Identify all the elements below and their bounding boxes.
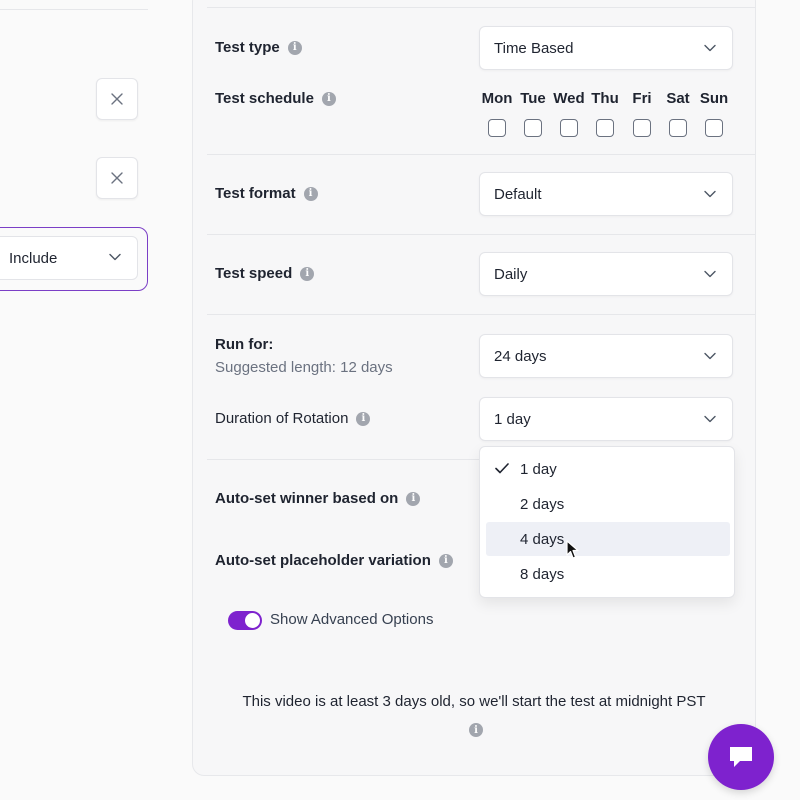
chat-icon <box>730 747 752 767</box>
day-label-fri: Fri <box>632 90 652 107</box>
day-label-tue: Tue <box>520 90 546 107</box>
left-divider <box>0 9 148 10</box>
start-time-notice: This video is at least 3 days old, so we… <box>242 693 706 710</box>
test-type-select[interactable]: Time Based <box>479 26 733 70</box>
test-schedule-label: Test schedule i <box>215 90 336 107</box>
mouse-pointer-icon <box>566 540 579 559</box>
dropdown-option-1-day[interactable]: 1 day <box>486 452 730 486</box>
day-checkbox-tue[interactable] <box>524 119 542 137</box>
run-for-value: 24 days <box>494 347 547 365</box>
advanced-options-toggle[interactable] <box>228 611 262 630</box>
divider <box>207 314 755 315</box>
day-label-thu: Thu <box>591 90 619 107</box>
day-checkbox-mon[interactable] <box>488 119 506 137</box>
info-icon[interactable]: i <box>303 186 318 201</box>
test-type-value: Time Based <box>494 39 574 57</box>
duration-of-rotation-value: 1 day <box>494 410 531 428</box>
option-label: 8 days <box>520 565 565 583</box>
info-icon[interactable]: i <box>321 91 336 106</box>
test-settings-card <box>192 0 756 776</box>
test-format-label: Test format i <box>215 185 318 202</box>
run-for-suggestion: Suggested length: 12 days <box>215 359 393 376</box>
close-icon <box>111 172 123 184</box>
chevron-down-icon <box>704 190 716 198</box>
info-icon[interactable]: i <box>406 491 421 506</box>
info-icon[interactable]: i <box>469 723 483 737</box>
info-icon[interactable]: i <box>356 411 371 426</box>
include-select-value: Include <box>9 249 58 267</box>
info-icon[interactable]: i <box>438 553 453 568</box>
info-icon[interactable]: i <box>287 40 302 55</box>
test-speed-label: Test speed i <box>215 265 315 282</box>
advanced-options-label: Show Advanced Options <box>270 611 434 628</box>
chevron-down-icon <box>704 44 716 52</box>
day-checkbox-wed[interactable] <box>560 119 578 137</box>
chevron-down-icon <box>704 352 716 360</box>
test-type-label: Test type i <box>215 39 302 56</box>
dropdown-option-4-days[interactable]: 4 days <box>486 522 730 556</box>
chevron-down-icon <box>109 253 121 261</box>
day-label-wed: Wed <box>553 90 585 107</box>
divider <box>207 154 755 155</box>
test-format-value: Default <box>494 185 542 203</box>
duration-of-rotation-select[interactable]: 1 day <box>479 397 733 441</box>
test-speed-select[interactable]: Daily <box>479 252 733 296</box>
chevron-down-icon <box>704 415 716 423</box>
check-icon <box>495 463 509 474</box>
day-checkbox-thu[interactable] <box>596 119 614 137</box>
chat-button[interactable] <box>708 724 774 790</box>
divider <box>207 459 479 460</box>
day-label-sat: Sat <box>666 90 690 107</box>
option-label: 2 days <box>520 495 565 513</box>
option-label: 1 day <box>520 460 557 478</box>
dropdown-option-8-days[interactable]: 8 days <box>486 557 730 591</box>
close-icon <box>111 93 123 105</box>
toggle-knob <box>245 613 260 628</box>
auto-set-winner-label: Auto-set winner based on i <box>215 490 421 507</box>
info-icon[interactable]: i <box>300 266 315 281</box>
day-checkbox-fri[interactable] <box>633 119 651 137</box>
day-checkbox-sun[interactable] <box>705 119 723 137</box>
test-speed-value: Daily <box>494 265 528 283</box>
day-checkbox-sat[interactable] <box>669 119 687 137</box>
day-label-sun: Sun <box>699 90 729 107</box>
day-label-mon: Mon <box>481 90 513 107</box>
run-for-label: Run for: <box>215 336 274 353</box>
auto-set-placeholder-label: Auto-set placeholder variation i <box>215 552 453 569</box>
dropdown-option-2-days[interactable]: 2 days <box>486 487 730 521</box>
include-select[interactable]: Include <box>0 236 138 280</box>
option-label: 4 days <box>520 530 565 548</box>
test-format-select[interactable]: Default <box>479 172 733 216</box>
run-for-select[interactable]: 24 days <box>479 334 733 378</box>
duration-of-rotation-dropdown: 1 day 2 days 4 days 8 days <box>479 446 735 598</box>
remove-button[interactable] <box>96 78 138 120</box>
divider <box>207 234 755 235</box>
duration-of-rotation-label: Duration of Rotation i <box>215 410 371 427</box>
remove-button[interactable] <box>96 157 138 199</box>
chevron-down-icon <box>704 270 716 278</box>
divider <box>207 7 755 8</box>
